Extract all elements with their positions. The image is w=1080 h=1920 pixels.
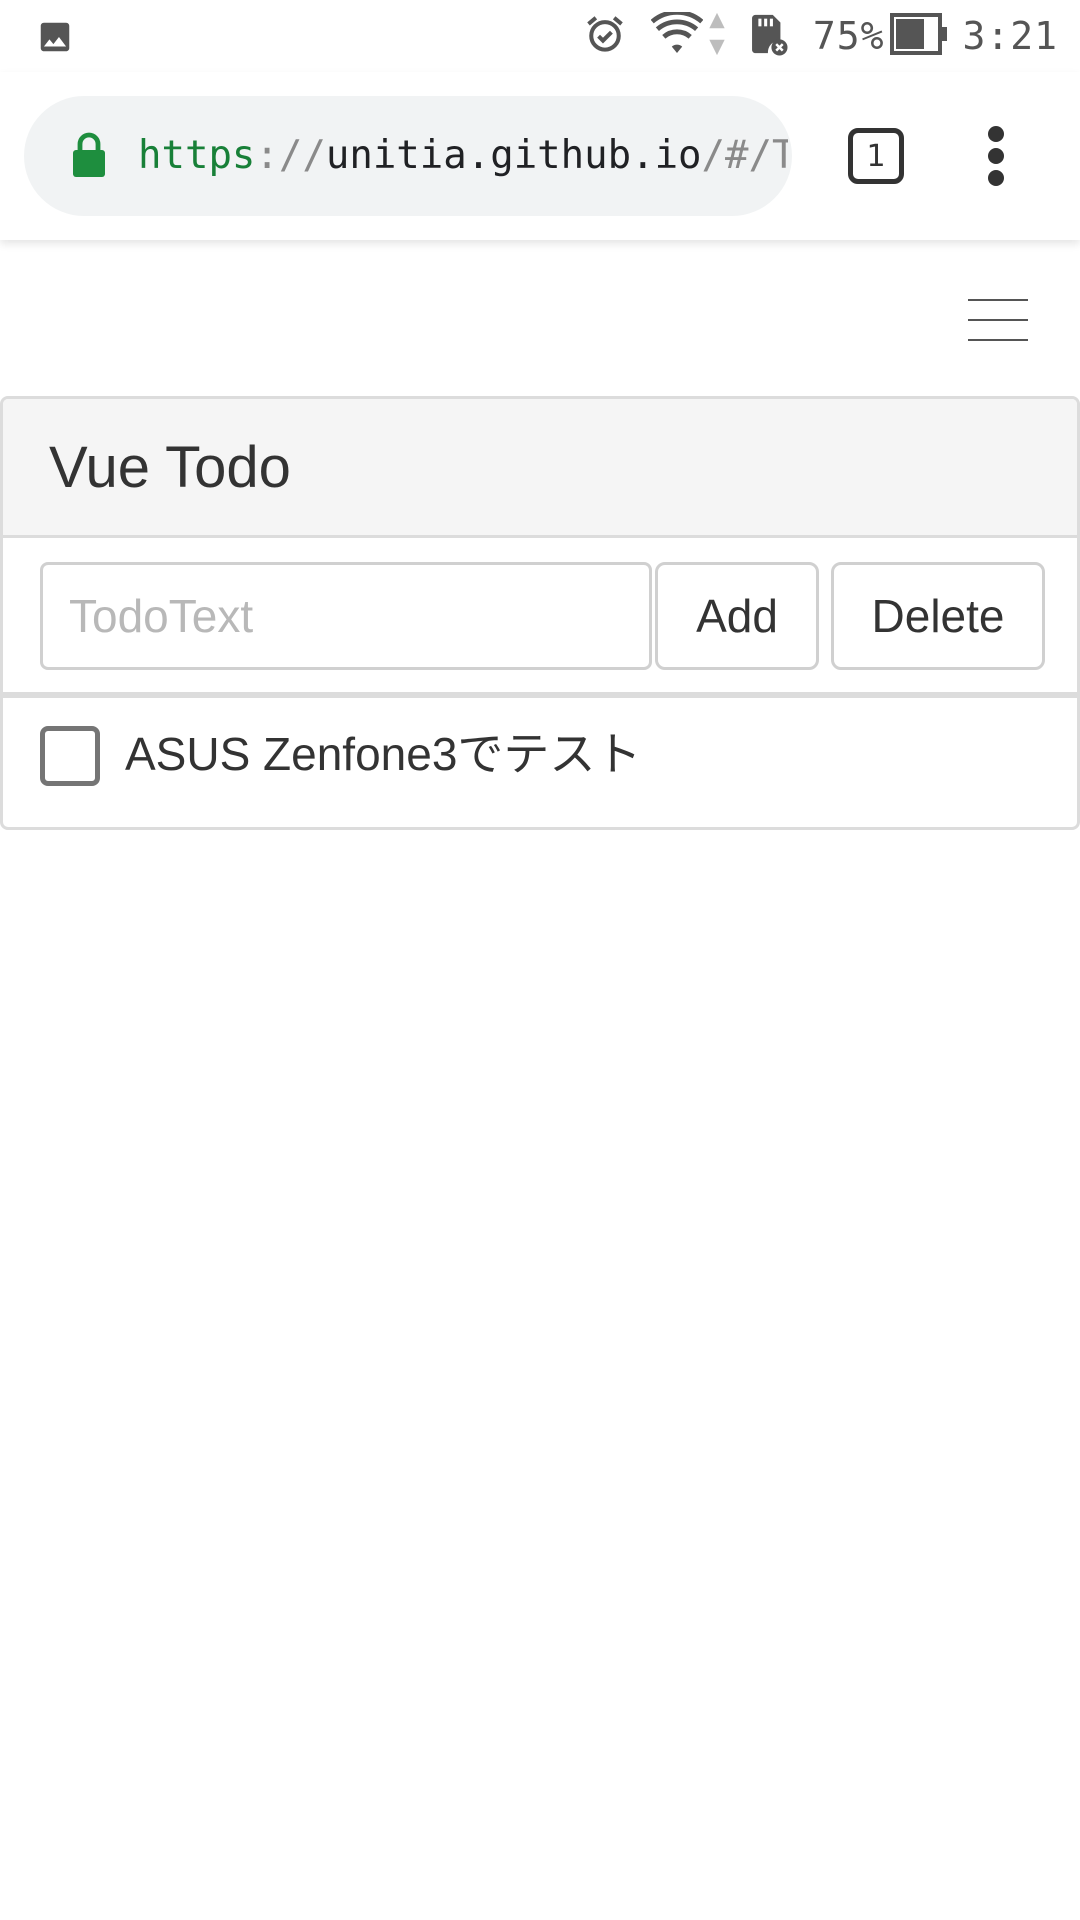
lock-icon [72, 132, 106, 182]
browser-toolbar: https://unitia.github.io/#/Tod 1 [0, 72, 1080, 240]
todo-card: Vue Todo Add Delete ASUS Zenfone3でテスト [0, 396, 1080, 830]
add-button[interactable]: Add [655, 562, 819, 670]
delete-button[interactable]: Delete [831, 562, 1045, 670]
todo-form: Add Delete [3, 538, 1077, 698]
hamburger-icon-line [968, 339, 1028, 341]
url-text[interactable]: https://unitia.github.io/#/Tod [138, 96, 788, 216]
clock-time: 3:21 [962, 14, 1058, 58]
tab-switcher-button[interactable]: 1 [848, 128, 904, 184]
image-notification-icon [36, 18, 74, 60]
address-bar[interactable]: https://unitia.github.io/#/Tod [24, 96, 792, 216]
status-bar: 75% 3:21 [0, 0, 1080, 72]
todo-item-text: ASUS Zenfone3でテスト [125, 728, 642, 780]
url-path: /#/Tod [701, 133, 788, 178]
url-scheme: https [138, 133, 256, 178]
hamburger-icon-line [968, 299, 1028, 301]
wifi-icon [650, 10, 704, 60]
todo-text-input[interactable] [40, 562, 652, 670]
battery-icon [890, 13, 950, 59]
data-arrows-icon [707, 11, 727, 61]
todo-list-item: ASUS Zenfone3でテスト [3, 698, 1077, 824]
browser-menu-button[interactable] [978, 124, 1014, 188]
alarm-icon [583, 12, 627, 60]
page-title: Vue Todo [49, 434, 291, 500]
page-navbar [0, 240, 1080, 396]
card-header: Vue Todo [3, 399, 1077, 538]
todo-checkbox[interactable] [40, 726, 100, 786]
tab-count: 1 [866, 138, 886, 174]
navbar-toggle-button[interactable] [960, 295, 1036, 345]
url-host: unitia.github.io [325, 133, 702, 178]
hamburger-icon-line [968, 319, 1028, 321]
url-separator: :// [255, 133, 326, 178]
sd-card-icon [743, 11, 791, 61]
battery-percent: 75% [812, 14, 885, 58]
more-vert-icon [988, 126, 1004, 186]
